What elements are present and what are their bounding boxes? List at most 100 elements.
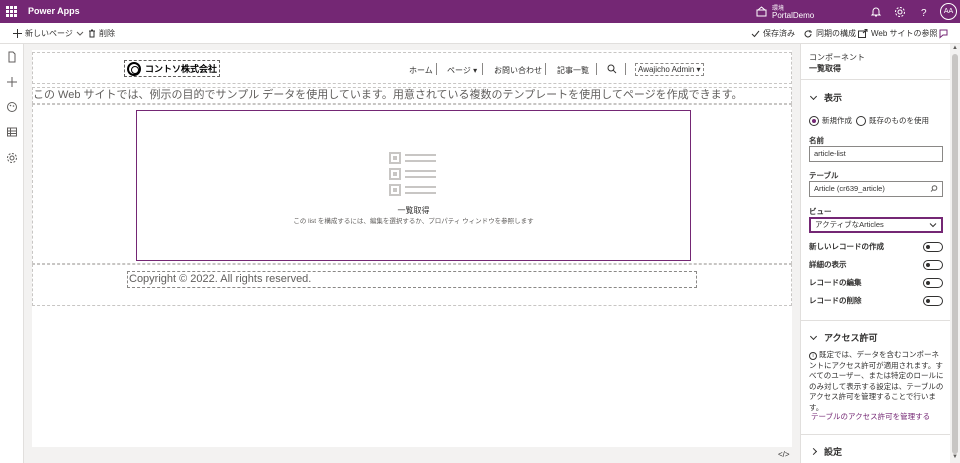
- table-select[interactable]: Article (cr639_article): [809, 181, 943, 197]
- toggle-details[interactable]: [923, 259, 943, 270]
- access-description-text: 既定では、データを含むコンポーネントにアクセス許可が適用されます。すべてのユーザ…: [809, 350, 944, 412]
- component-name: 一覧取得: [809, 64, 841, 73]
- radio-existing-label: 既存のものを使用: [869, 116, 929, 125]
- site-header[interactable]: コントソ株式会社 ホーム ページ ▾ お問い合わせ 記事一覧 Awajicho …: [32, 52, 792, 84]
- access-description: i 既定では、データを含むコンポーネントにアクセス許可が適用されます。すべてのユー…: [809, 350, 945, 413]
- browse-website-button[interactable]: Web サイトの参照: [858, 23, 938, 44]
- manage-table-permissions-link[interactable]: テーブルのアクセス許可を管理する: [811, 411, 930, 422]
- radio-existing[interactable]: 既存のものを使用: [856, 115, 929, 126]
- chevron-right-icon: [809, 447, 818, 456]
- toggle-delete-label: レコードの削除: [809, 296, 862, 305]
- toggle-row-edit: レコードの編集: [809, 277, 943, 288]
- pages-icon[interactable]: [6, 51, 18, 63]
- toggle-create[interactable]: [923, 241, 943, 252]
- name-label: 名前: [809, 136, 824, 145]
- new-page-button[interactable]: 新しいページ: [13, 23, 84, 44]
- saved-status: 保存済み: [751, 23, 795, 44]
- new-page-label: 新しいページ: [25, 29, 73, 38]
- panel-scrollbar[interactable]: ▲ ▼: [950, 44, 960, 463]
- table-value: Article (cr639_article): [814, 184, 885, 193]
- help-icon[interactable]: ?: [918, 6, 930, 18]
- user-menu-label: Awajicho Admin: [638, 65, 695, 74]
- site-logo[interactable]: コントソ株式会社: [124, 60, 221, 77]
- page-canvas: コントソ株式会社 ホーム ページ ▾ お問い合わせ 記事一覧 Awajicho …: [32, 50, 792, 447]
- toggle-create-label: 新しいレコードの作成: [809, 242, 884, 251]
- environment-icon: [756, 6, 767, 17]
- list-component[interactable]: 一覧取得 この list を構成するには、編集を選択するか、プロパティ ウィンド…: [136, 110, 691, 261]
- left-rail: [0, 44, 24, 463]
- nav-separator: [482, 63, 483, 75]
- nav-separator: [545, 63, 546, 75]
- view-select[interactable]: アクティブなArticles: [809, 217, 943, 233]
- scroll-up-icon[interactable]: ▲: [952, 45, 958, 51]
- toggle-edit-label: レコードの編集: [809, 278, 862, 287]
- code-view-icon[interactable]: </>: [778, 450, 790, 459]
- chevron-down-icon: [76, 31, 84, 36]
- radio-new-indicator: [809, 115, 819, 126]
- search-icon[interactable]: [607, 64, 617, 74]
- environment-picker[interactable]: 環境 PortalDemo: [756, 3, 856, 21]
- toggle-edit[interactable]: [923, 277, 943, 288]
- gear-icon[interactable]: [894, 6, 906, 18]
- search-icon: [930, 185, 938, 192]
- avatar[interactable]: AA: [940, 3, 957, 20]
- app-title[interactable]: Power Apps: [28, 6, 80, 16]
- open-external-icon: [858, 29, 868, 38]
- intro-text-section[interactable]: この Web サイトでは、例示の目的でサンプル データを使用しています。用意され…: [32, 87, 792, 104]
- list-section[interactable]: 一覧取得 この list を構成するには、編集を選択するか、プロパティ ウィンド…: [32, 104, 792, 264]
- user-menu[interactable]: Awajicho Admin ▾: [635, 63, 704, 76]
- checkmark-icon: [751, 30, 760, 37]
- sync-configuration-button[interactable]: 同期の構成: [803, 23, 856, 44]
- chevron-down-icon: [809, 332, 818, 340]
- copyright-text[interactable]: Copyright © 2022. All rights reserved.: [127, 271, 697, 288]
- toggle-row-create: 新しいレコードの作成: [809, 241, 943, 252]
- nav-item-pages[interactable]: ページ ▾: [447, 65, 477, 76]
- list-icon: [389, 152, 436, 196]
- intro-text: この Web サイトでは、例示の目的でサンプル データを使用しています。用意され…: [33, 89, 743, 101]
- toggle-details-label: 詳細の表示: [809, 260, 847, 269]
- settings-icon[interactable]: [6, 152, 18, 164]
- component-type-label: コンポーネント: [809, 53, 865, 62]
- add-component-icon[interactable]: [6, 76, 18, 88]
- delete-label: 削除: [99, 29, 115, 38]
- data-table-icon[interactable]: [6, 126, 18, 138]
- sync-icon: [804, 29, 812, 37]
- logo-icon: [127, 61, 141, 76]
- delete-button[interactable]: 削除: [88, 23, 115, 44]
- access-section-toggle[interactable]: アクセス許可: [809, 331, 878, 344]
- settings-section-toggle[interactable]: 設定: [809, 445, 843, 458]
- access-section-title: アクセス許可: [824, 333, 878, 343]
- settings-section-title: 設定: [824, 447, 843, 457]
- toggle-delete[interactable]: [923, 295, 943, 306]
- app-launcher-icon[interactable]: [6, 6, 17, 17]
- scroll-down-icon[interactable]: ▼: [952, 454, 958, 460]
- browse-label: Web サイトの参照: [871, 29, 938, 38]
- copilot-button[interactable]: [938, 23, 949, 44]
- radio-new[interactable]: 新規作成: [809, 115, 852, 126]
- info-icon: i: [809, 352, 817, 360]
- toggle-row-delete: レコードの削除: [809, 295, 943, 306]
- divider: [801, 79, 951, 80]
- radio-existing-indicator: [856, 115, 866, 126]
- nav-item-pages-label: ページ: [447, 66, 471, 75]
- nav-separator: [596, 63, 597, 75]
- nav-separator: [625, 63, 626, 75]
- theme-icon[interactable]: [6, 101, 18, 113]
- radio-new-label: 新規作成: [822, 116, 852, 125]
- nav-item-articles[interactable]: 記事一覧: [557, 65, 589, 76]
- top-bar: Power Apps 環境 PortalDemo ? AA: [0, 0, 960, 23]
- list-component-description: この list を構成するには、編集を選択するか、プロパティ ウィンドウを参照し…: [293, 218, 534, 225]
- nav-item-home[interactable]: ホーム: [409, 65, 433, 76]
- plus-icon: [13, 29, 22, 38]
- bell-icon[interactable]: [870, 6, 882, 18]
- divider: [801, 320, 951, 321]
- nav-item-contact[interactable]: お問い合わせ: [494, 65, 542, 76]
- scrollbar-thumb[interactable]: [952, 54, 958, 454]
- sync-label: 同期の構成: [816, 29, 856, 38]
- display-section-toggle[interactable]: 表示: [809, 91, 842, 104]
- name-input[interactable]: article-list: [809, 146, 943, 162]
- feedback-icon: [939, 29, 948, 39]
- footer-section[interactable]: Copyright © 2022. All rights reserved.: [32, 264, 792, 306]
- nav-separator: [436, 63, 437, 75]
- canvas-status-bar: [24, 447, 800, 463]
